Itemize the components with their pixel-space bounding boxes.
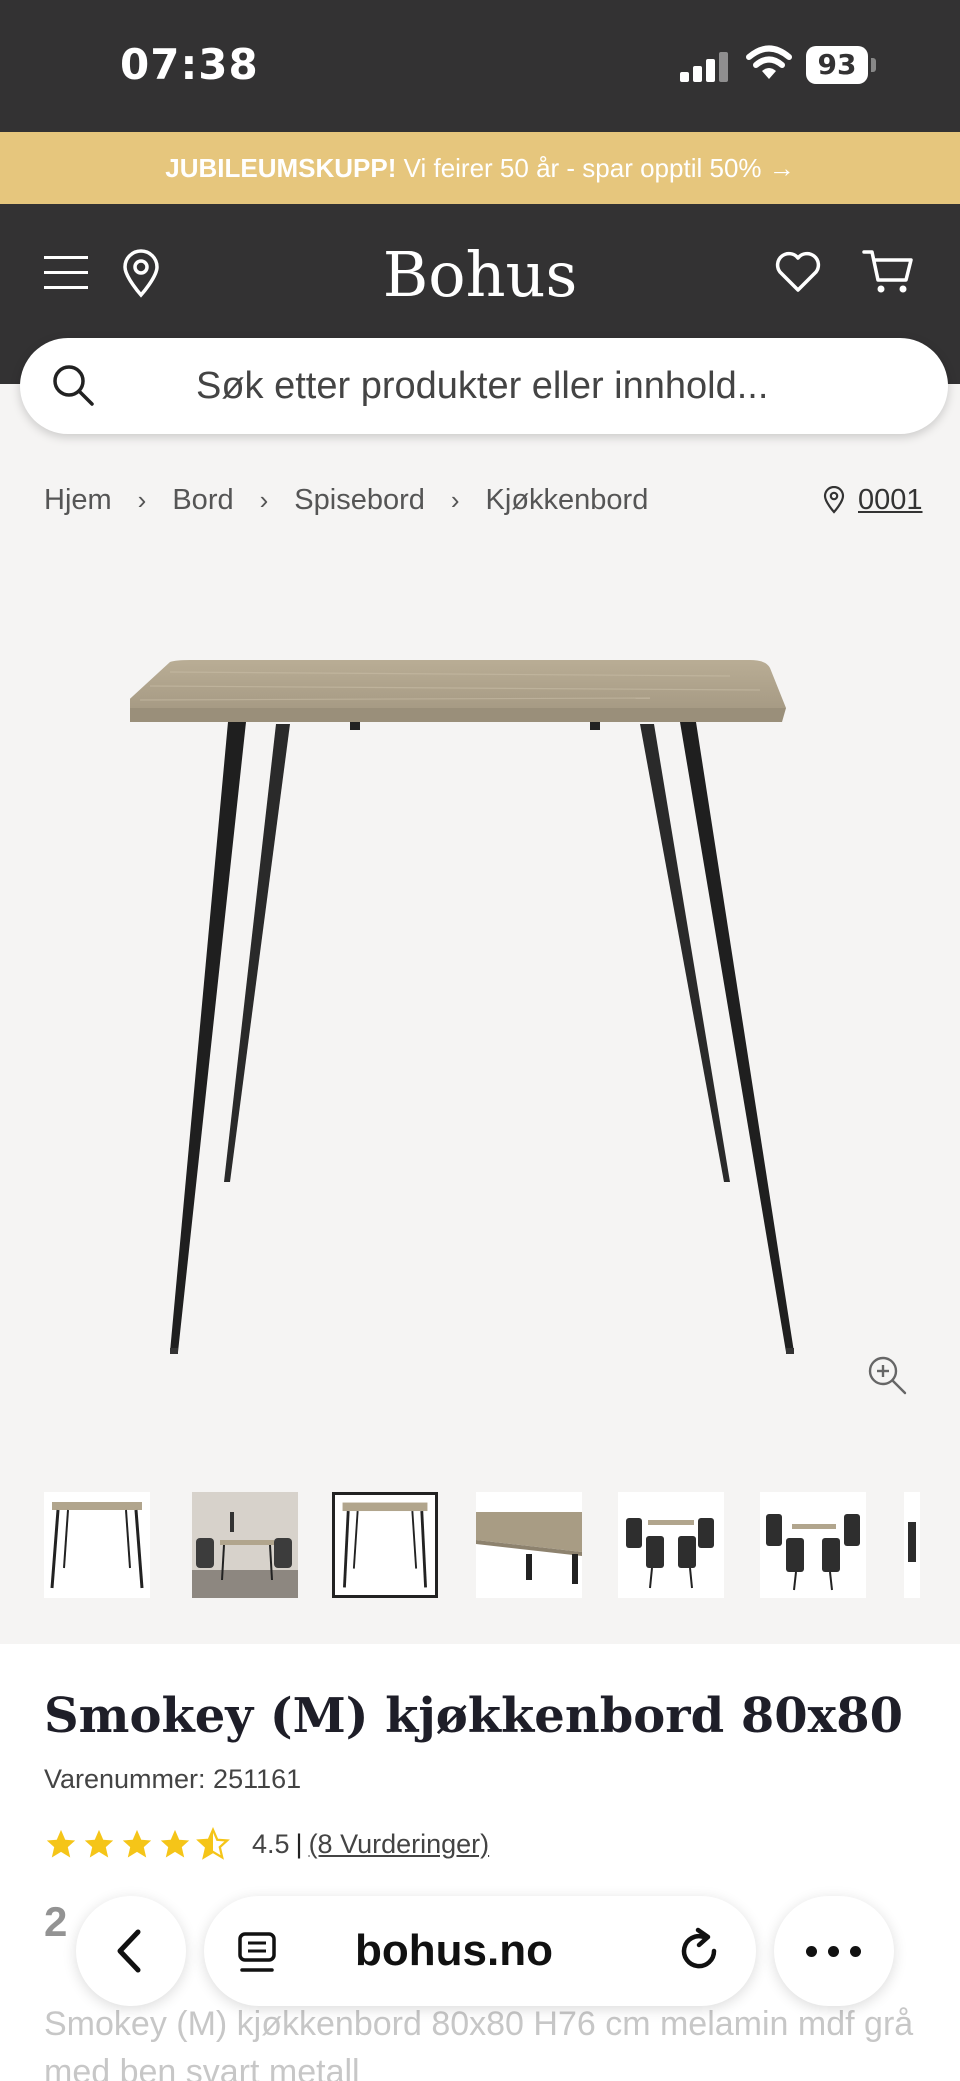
thumbnail-3-selected[interactable]	[332, 1492, 438, 1598]
rating-value: 4.5	[252, 1828, 290, 1859]
thumbnail-2[interactable]	[192, 1492, 298, 1598]
tabs-icon[interactable]	[236, 1930, 278, 1974]
search-icon[interactable]	[50, 362, 96, 408]
back-button[interactable]	[76, 1896, 186, 2006]
store-selector[interactable]: 0001	[822, 480, 923, 520]
bohus-logo[interactable]: Bohus	[330, 238, 630, 311]
star-full-icon	[46, 1829, 76, 1858]
breadcrumb-spisebord[interactable]: Spisebord	[294, 484, 425, 517]
more-options-button[interactable]	[774, 1896, 894, 2006]
reviews-link[interactable]: (8 Vurderinger)	[309, 1829, 490, 1860]
heart-icon[interactable]	[774, 250, 822, 294]
url-text: bohus.no	[355, 1926, 553, 1975]
rating-stars	[44, 1827, 234, 1861]
thumbnail-1[interactable]	[44, 1492, 150, 1598]
status-bar: 07:38 93	[0, 0, 960, 132]
location-pin-icon[interactable]	[120, 248, 162, 298]
thumbnail-6[interactable]	[760, 1492, 866, 1598]
reload-icon[interactable]	[674, 1926, 724, 1976]
star-full-icon	[122, 1829, 152, 1858]
product-title: Smokey (M) kjøkkenbord 80x80	[44, 1688, 904, 1744]
breadcrumb-home[interactable]: Hjem	[44, 484, 112, 517]
thumbnail-5[interactable]	[618, 1492, 724, 1598]
browser-toolbar: bohus.no	[0, 1880, 960, 2030]
breadcrumb-kjokkenbord[interactable]: Kjøkkenbord	[486, 484, 649, 517]
zoom-in-icon[interactable]	[866, 1354, 908, 1396]
rating-separator: |	[295, 1828, 303, 1859]
promo-banner[interactable]: JUBILEUMSKUPP! Vi feirer 50 år - spar op…	[0, 132, 960, 204]
chevron-left-icon	[117, 1929, 141, 1973]
search-input[interactable]: Søk etter produkter eller innhold...	[20, 338, 948, 434]
product-image[interactable]	[130, 640, 830, 1360]
status-time: 07:38	[120, 40, 259, 89]
battery-icon: 93	[806, 46, 876, 84]
store-number: 0001	[858, 483, 923, 516]
chevron-right-icon: ›	[450, 484, 460, 515]
product-rating: 4.5 | (8 Vurderinger)	[44, 1826, 489, 1862]
promo-text: Vi feirer 50 år - spar opptil 50% →	[396, 153, 795, 183]
star-half-icon	[196, 1827, 230, 1860]
star-full-icon	[160, 1829, 190, 1858]
search-placeholder: Søk etter produkter eller innhold...	[196, 365, 769, 407]
wifi-icon	[746, 45, 792, 79]
store-pin-icon	[823, 486, 845, 514]
chevron-right-icon: ›	[137, 484, 147, 515]
thumbnail-7-partial[interactable]	[904, 1492, 920, 1598]
signal-icon	[680, 50, 730, 82]
battery-level: 93	[806, 46, 868, 84]
cart-icon[interactable]	[862, 248, 914, 296]
star-full-icon	[84, 1829, 114, 1858]
thumbnail-strip[interactable]	[44, 1492, 920, 1598]
breadcrumb: Hjem › Bord › Spisebord › Kjøkkenbord	[44, 480, 648, 520]
menu-icon[interactable]	[44, 256, 88, 290]
promo-highlight: JUBILEUMSKUPP!	[165, 153, 397, 183]
address-bar[interactable]: bohus.no	[204, 1896, 756, 2006]
thumbnail-4[interactable]	[476, 1492, 582, 1598]
product-sku: Varenummer: 251161	[44, 1764, 302, 1794]
chevron-right-icon: ›	[259, 484, 269, 515]
breadcrumb-bord[interactable]: Bord	[172, 484, 233, 517]
